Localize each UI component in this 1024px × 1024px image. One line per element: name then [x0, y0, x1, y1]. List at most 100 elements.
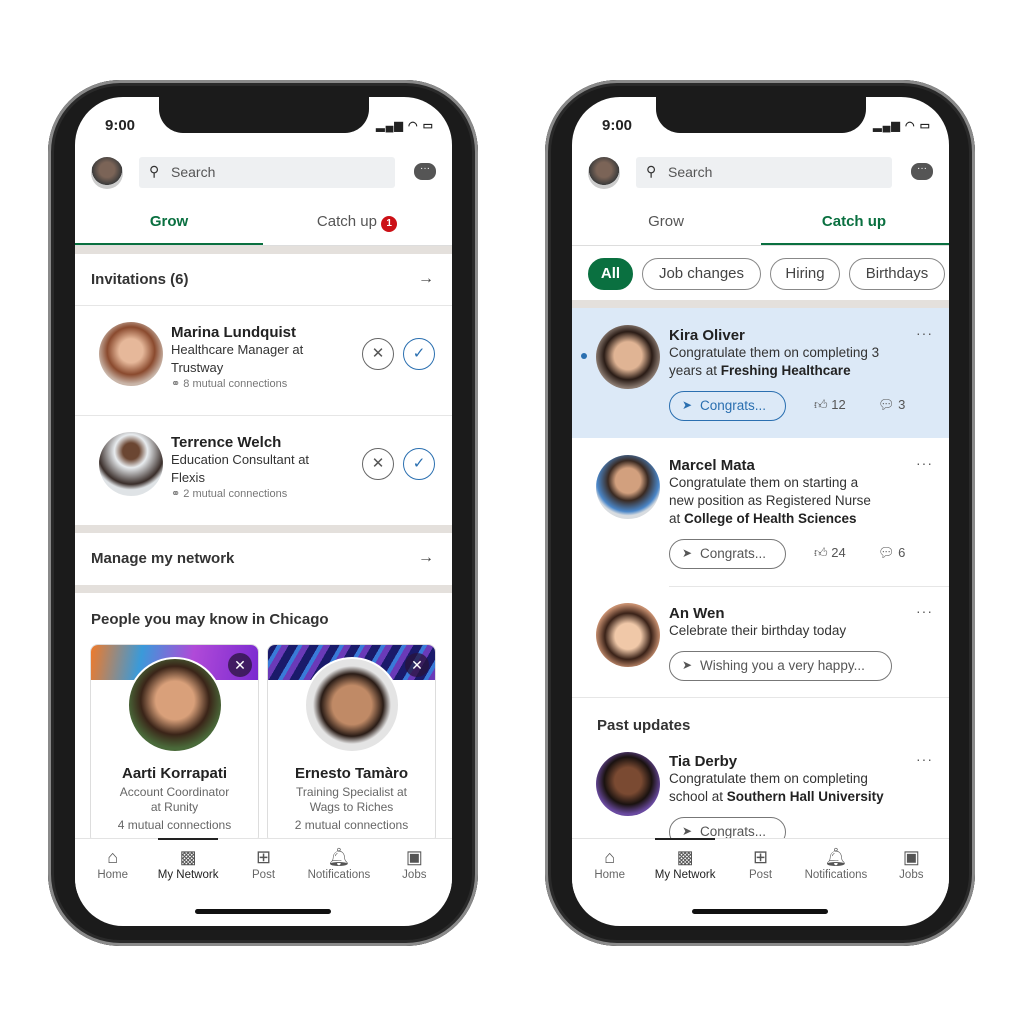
feed-item: Marcel Mata Congratulate them on startin…: [669, 457, 871, 526]
status-icons: ▂▄▆ ◠ ▭: [873, 120, 931, 132]
more-icon[interactable]: ···: [916, 455, 933, 471]
unread-dot: [581, 353, 587, 359]
send-icon: ➤: [682, 658, 693, 672]
invitation-item: Terrence Welch Education Consultant at F…: [171, 434, 310, 500]
notification-badge: 1: [381, 216, 398, 232]
nav-my-network[interactable]: ▩ My Network: [150, 838, 225, 893]
congrats-button[interactable]: ➤ Congrats...: [669, 391, 786, 421]
tab-catch-up[interactable]: Catch up 1: [263, 213, 451, 232]
status-time: 9:00: [602, 117, 633, 134]
send-icon: ➤: [682, 398, 693, 412]
tab-indicator: [75, 243, 263, 245]
comments-count[interactable]: 💬︎ 6: [878, 545, 905, 561]
nav-notifications[interactable]: 🔔︎ Notifications: [798, 839, 873, 893]
avatar-kira[interactable]: [596, 325, 660, 389]
arrow-right-icon[interactable]: →: [418, 270, 434, 288]
status-time: 9:00: [105, 117, 136, 134]
ignore-button[interactable]: ✕: [362, 448, 394, 480]
status-icons: ▂▄▆ ◠ ▭: [376, 120, 434, 132]
avatar[interactable]: [588, 157, 620, 189]
thumbs-up-icon: 👍︎: [814, 397, 828, 412]
nav-post[interactable]: ⊞ Post: [226, 839, 301, 893]
invitation-item: Marina Lundquist Healthcare Manager at T…: [171, 324, 304, 390]
search-icon: ⚲: [149, 163, 160, 179]
chip-hiring[interactable]: Hiring: [770, 258, 840, 290]
notch: [159, 97, 369, 133]
home-indicator: [195, 909, 331, 914]
phone-right: 9:00 ▂▄▆ ◠ ▭ ⚲ Search ··· Grow Catch up A…: [545, 80, 975, 946]
nav-home[interactable]: ⌂ Home: [572, 839, 647, 893]
likes-count[interactable]: 👍︎ 24: [814, 545, 846, 561]
avatar-terrence[interactable]: [99, 432, 163, 496]
screen-catch-up: 9:00 ▂▄▆ ◠ ▭ ⚲ Search ··· Grow Catch up A…: [572, 97, 949, 926]
dismiss-icon[interactable]: ✕: [228, 653, 252, 677]
invitations-row[interactable]: Invitations (6): [75, 271, 452, 288]
avatar-marina[interactable]: [99, 322, 163, 386]
chip-job-changes[interactable]: Job changes: [642, 258, 761, 290]
birthday-message-button[interactable]: ➤ Wishing you a very happy...: [669, 651, 892, 681]
nav-home[interactable]: ⌂ Home: [75, 839, 150, 893]
likes-count[interactable]: 👍︎ 12: [814, 397, 846, 413]
network-icon: ▩: [676, 847, 694, 867]
thumbs-up-icon: 👍︎: [814, 545, 828, 560]
ignore-button[interactable]: ✕: [362, 338, 394, 370]
chip-all[interactable]: All: [588, 258, 633, 290]
avatar[interactable]: [91, 157, 123, 189]
send-icon: ➤: [682, 546, 693, 560]
notch: [656, 97, 866, 133]
messaging-icon[interactable]: ···: [414, 163, 436, 180]
dismiss-icon[interactable]: ✕: [405, 653, 429, 677]
briefcase-icon: ▣: [405, 847, 423, 867]
search-input[interactable]: ⚲ Search: [636, 157, 892, 188]
bell-icon: 🔔︎: [824, 847, 848, 867]
messaging-icon[interactable]: ···: [911, 163, 933, 180]
bell-icon: 🔔︎: [327, 847, 351, 867]
home-indicator: [692, 909, 828, 914]
comments-count[interactable]: 💬︎ 3: [878, 397, 905, 413]
home-icon: ⌂: [107, 847, 119, 867]
home-icon: ⌂: [604, 847, 616, 867]
feed-item: Tia Derby Congratulate them on completin…: [669, 753, 884, 804]
nav-jobs[interactable]: ▣ Jobs: [874, 839, 949, 893]
screen-grow: 9:00 ▂▄▆ ◠ ▭ ⚲ Search ··· Grow Catch up 1…: [75, 97, 452, 926]
comment-icon: 💬︎: [878, 545, 895, 560]
nav-jobs[interactable]: ▣ Jobs: [377, 839, 452, 893]
more-icon[interactable]: ···: [916, 325, 933, 341]
person-card[interactable]: ✕ Aarti Korrapati Account Coordinator at …: [90, 644, 259, 844]
manage-network-row[interactable]: Manage my network: [75, 550, 452, 567]
avatar-tia[interactable]: [596, 752, 660, 816]
bottom-nav: ⌂ Home ▩ My Network ⊞ Post 🔔︎ Notifications …: [572, 838, 949, 893]
person-card[interactable]: ✕ Ernesto Tamàro Training Specialist at W…: [267, 644, 436, 844]
tab-grow[interactable]: Grow: [572, 213, 760, 230]
accept-button[interactable]: ✓: [403, 448, 435, 480]
avatar-ernesto: [304, 657, 400, 753]
chip-birthdays[interactable]: Birthdays: [849, 258, 945, 290]
feed-item: An Wen Celebrate their birthday today: [669, 605, 847, 638]
congrats-button[interactable]: ➤ Congrats...: [669, 539, 786, 569]
avatar-marcel[interactable]: [596, 455, 660, 519]
tab-grow[interactable]: Grow: [75, 213, 263, 230]
search-icon: ⚲: [646, 163, 657, 179]
arrow-right-icon[interactable]: →: [418, 549, 434, 567]
briefcase-icon: ▣: [902, 847, 920, 867]
nav-post[interactable]: ⊞ Post: [723, 839, 798, 893]
nav-my-network[interactable]: ▩ My Network: [647, 838, 722, 893]
tab-indicator: [761, 243, 949, 245]
accept-button[interactable]: ✓: [403, 338, 435, 370]
tab-catch-up[interactable]: Catch up: [760, 213, 948, 230]
more-icon[interactable]: ···: [916, 603, 933, 619]
mutual-icon: ⚭: [171, 488, 181, 500]
mutual-icon: ⚭: [171, 378, 181, 390]
nav-notifications[interactable]: 🔔︎ Notifications: [301, 839, 376, 893]
comment-icon: 💬︎: [878, 397, 895, 412]
avatar-aarti: [127, 657, 223, 753]
past-updates-heading: Past updates: [597, 717, 691, 734]
pymk-title: People you may know in Chicago: [91, 611, 329, 628]
network-icon: ▩: [179, 847, 197, 867]
avatar-an-wen[interactable]: [596, 603, 660, 667]
more-icon[interactable]: ···: [916, 751, 933, 767]
bottom-nav: ⌂ Home ▩ My Network ⊞ Post 🔔︎ Notifications …: [75, 838, 452, 893]
phone-left: 9:00 ▂▄▆ ◠ ▭ ⚲ Search ··· Grow Catch up 1…: [48, 80, 478, 946]
post-icon: ⊞: [752, 847, 769, 867]
search-input[interactable]: ⚲ Search: [139, 157, 395, 188]
